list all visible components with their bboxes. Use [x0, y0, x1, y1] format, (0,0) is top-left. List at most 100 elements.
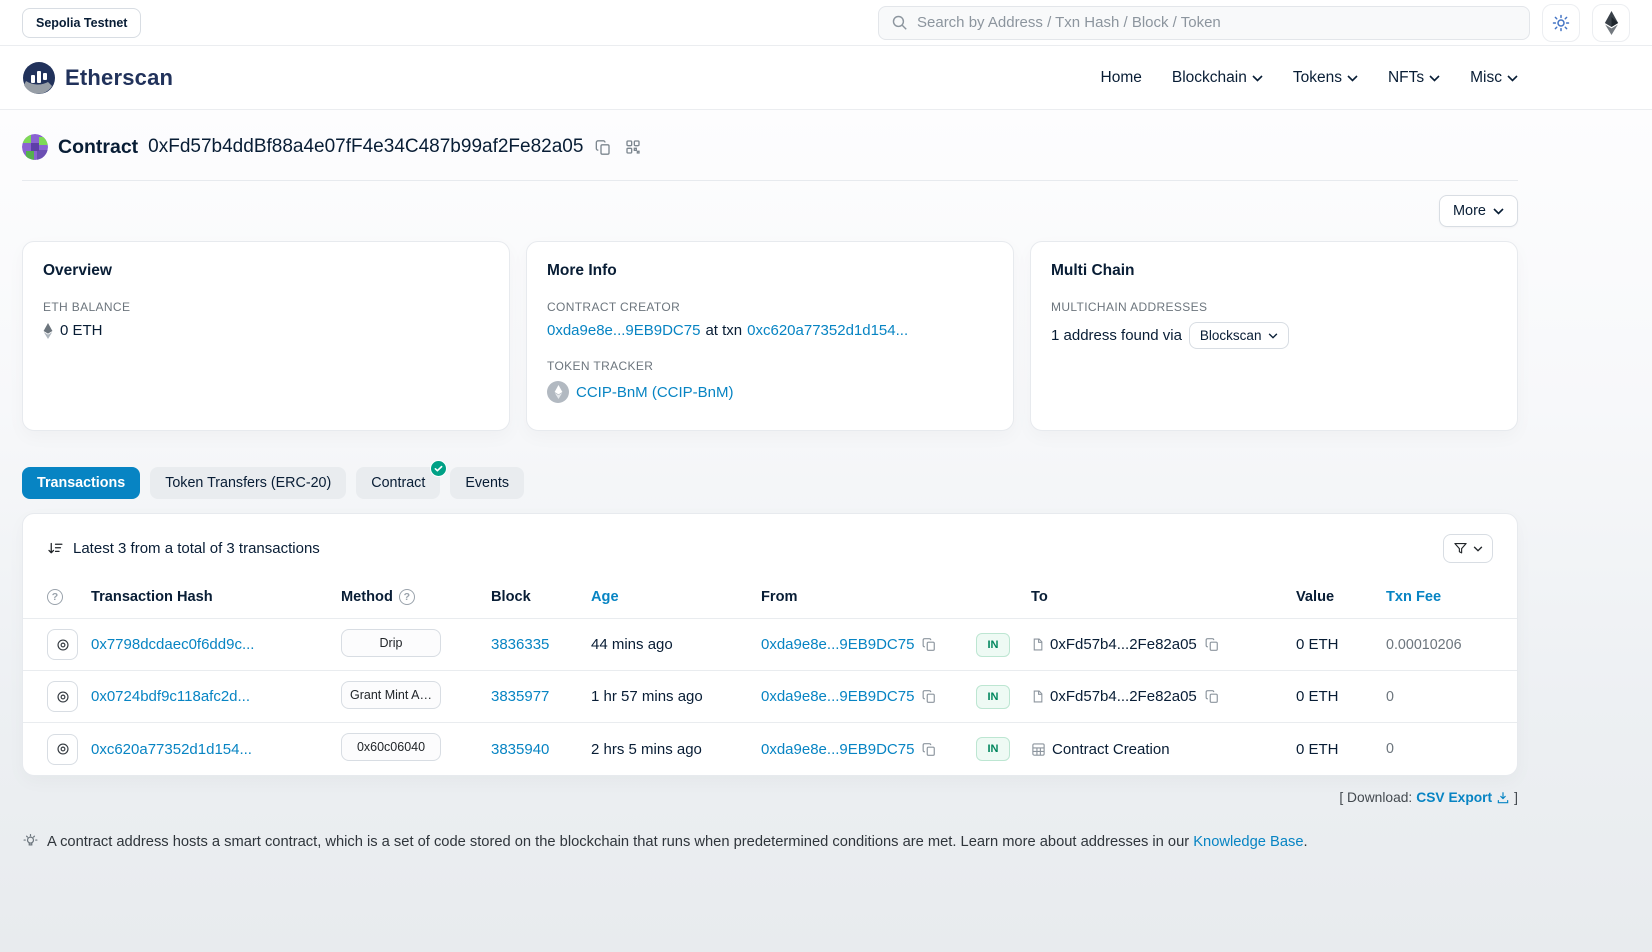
- header-divider: [22, 180, 1518, 181]
- age-text: 2 hrs 5 mins ago: [591, 741, 761, 758]
- method-badge: Drip: [341, 629, 441, 657]
- to-address-text: Contract Creation: [1052, 741, 1170, 758]
- search-icon: [891, 14, 908, 31]
- contract-address: 0xFd57b4ddBf88a4e07fF4e34C487b99af2Fe82a…: [148, 136, 583, 158]
- method-help-icon[interactable]: ?: [399, 589, 415, 605]
- multichain-addresses-label: MULTICHAIN ADDRESSES: [1051, 300, 1497, 314]
- nav-item-tokens[interactable]: Tokens: [1293, 69, 1358, 87]
- chevron-down-icon: [1473, 546, 1483, 552]
- sort-icon: [47, 540, 64, 557]
- value-text: 0 ETH: [1296, 636, 1386, 653]
- from-address-link[interactable]: 0xda9e8e...9EB9DC75: [761, 688, 914, 705]
- copy-address-button[interactable]: [593, 137, 613, 158]
- chevron-down-icon: [1252, 69, 1263, 87]
- info-cards: Overview ETH BALANCE 0 ETH More Info CON…: [22, 241, 1518, 431]
- idea-bulb-icon: [22, 833, 39, 850]
- to-address-text: 0xFd57b4...2Fe82a05: [1050, 636, 1197, 653]
- txn-preview-eye-button[interactable]: [47, 629, 78, 660]
- multichain-card: Multi Chain MULTICHAIN ADDRESSES 1 addre…: [1030, 241, 1518, 431]
- direction-badge: IN: [976, 685, 1010, 709]
- tab-contract[interactable]: Contract: [356, 467, 440, 499]
- etherscan-logo-icon: [22, 61, 56, 95]
- token-tracker-label: TOKEN TRACKER: [547, 359, 993, 373]
- copy-icon[interactable]: [1203, 637, 1221, 652]
- from-address-link[interactable]: 0xda9e8e...9EB9DC75: [761, 741, 914, 758]
- tab-transactions[interactable]: Transactions: [22, 467, 140, 499]
- copy-icon[interactable]: [920, 742, 938, 757]
- from-address-link[interactable]: 0xda9e8e...9EB9DC75: [761, 636, 914, 653]
- nav-item-misc[interactable]: Misc: [1470, 69, 1518, 87]
- to-address-text: 0xFd57b4...2Fe82a05: [1050, 688, 1197, 705]
- contract-creator-label: CONTRACT CREATOR: [547, 300, 993, 314]
- network-badge[interactable]: Sepolia Testnet: [22, 8, 141, 38]
- verified-check-icon: [430, 460, 447, 477]
- col-value: Value: [1296, 589, 1386, 605]
- top-bar: Sepolia Testnet: [0, 0, 1652, 46]
- creation-txn-link[interactable]: 0xc620a77352d1d154...: [747, 322, 908, 339]
- nav-item-home[interactable]: Home: [1101, 69, 1142, 87]
- method-badge: Grant Mint An...: [341, 681, 441, 709]
- txn-hash-link[interactable]: 0x7798dcdaec0f6dd9c...: [91, 636, 254, 653]
- download-row: [ Download: CSV Export ]: [22, 790, 1518, 805]
- filter-button[interactable]: [1443, 534, 1493, 563]
- token-icon: [547, 381, 569, 403]
- csv-export-link[interactable]: CSV Export: [1416, 790, 1510, 805]
- block-link[interactable]: 3835977: [491, 688, 549, 705]
- tab-events[interactable]: Events: [450, 467, 524, 499]
- age-text: 44 mins ago: [591, 636, 761, 653]
- multichain-found-text: 1 address found via: [1051, 327, 1182, 344]
- tab-token-transfers[interactable]: Token Transfers (ERC-20): [150, 467, 346, 499]
- more-info-title: More Info: [547, 262, 993, 280]
- block-link[interactable]: 3835940: [491, 741, 549, 758]
- token-tracker-link[interactable]: CCIP-BnM (CCIP-BnM): [576, 384, 734, 401]
- value-text: 0 ETH: [1296, 741, 1386, 758]
- table-row: 0xc620a77352d1d154... 0x60c06040 3835940…: [23, 723, 1517, 775]
- address-header: Contract 0xFd57b4ddBf88a4e07fF4e34C487b9…: [22, 110, 1518, 160]
- col-block: Block: [491, 589, 591, 605]
- download-prefix: [ Download:: [1339, 790, 1412, 805]
- chevron-down-icon: [1347, 69, 1358, 87]
- transactions-panel: Latest 3 from a total of 3 transactions …: [22, 513, 1518, 776]
- multichain-title: Multi Chain: [1051, 262, 1497, 280]
- main-content: Contract 0xFd57b4ddBf88a4e07fF4e34C487b9…: [0, 110, 1652, 952]
- txn-fee-text: 0: [1386, 741, 1493, 757]
- txn-preview-eye-button[interactable]: [47, 681, 78, 712]
- copy-icon[interactable]: [1203, 689, 1221, 704]
- table-row: 0x7798dcdaec0f6dd9c... Drip 3836335 44 m…: [23, 619, 1517, 671]
- qr-code-icon: [625, 139, 641, 155]
- description-suffix: .: [1304, 834, 1308, 850]
- creator-address-link[interactable]: 0xda9e8e...9EB9DC75: [547, 322, 700, 339]
- creator-connector-text: at txn: [705, 322, 742, 339]
- nav-item-blockchain[interactable]: Blockchain: [1172, 69, 1263, 87]
- contract-creation-icon: [1031, 742, 1046, 757]
- col-age-toggle[interactable]: Age: [591, 589, 761, 605]
- search-bar[interactable]: [878, 6, 1530, 40]
- block-link[interactable]: 3836335: [491, 636, 549, 653]
- sun-icon: [1552, 14, 1570, 32]
- col-txn-fee-toggle[interactable]: Txn Fee: [1386, 589, 1493, 605]
- knowledge-base-link[interactable]: Knowledge Base: [1193, 834, 1303, 850]
- theme-toggle-button[interactable]: [1542, 4, 1580, 42]
- more-dropdown-button[interactable]: More: [1439, 195, 1518, 227]
- search-input[interactable]: [917, 14, 1517, 31]
- txn-hash-link[interactable]: 0x0724bdf9c118afc2d...: [91, 688, 250, 705]
- etherscan-logo[interactable]: Etherscan: [22, 61, 173, 95]
- help-icon[interactable]: ?: [47, 589, 63, 605]
- blockscan-dropdown-button[interactable]: Blockscan: [1189, 322, 1290, 349]
- copy-icon[interactable]: [920, 637, 938, 652]
- txn-preview-eye-button[interactable]: [47, 734, 78, 765]
- txn-hash-link[interactable]: 0xc620a77352d1d154...: [91, 741, 252, 758]
- copy-icon[interactable]: [920, 689, 938, 704]
- network-switch-button[interactable]: [1592, 4, 1630, 42]
- chevron-down-icon: [1507, 69, 1518, 87]
- col-method: Method: [341, 589, 393, 605]
- more-info-card: More Info CONTRACT CREATOR 0xda9e8e...9E…: [526, 241, 1014, 431]
- overview-card: Overview ETH BALANCE 0 ETH: [22, 241, 510, 431]
- method-badge: 0x60c06040: [341, 733, 441, 761]
- ethereum-icon: [1604, 11, 1619, 35]
- nav-item-nfts[interactable]: NFTs: [1388, 69, 1440, 87]
- copy-icon: [595, 139, 611, 156]
- table-header-row: ? Transaction Hash Method? Block Age Fro…: [23, 575, 1517, 619]
- qr-code-button[interactable]: [623, 137, 643, 157]
- chevron-down-icon: [1429, 69, 1440, 87]
